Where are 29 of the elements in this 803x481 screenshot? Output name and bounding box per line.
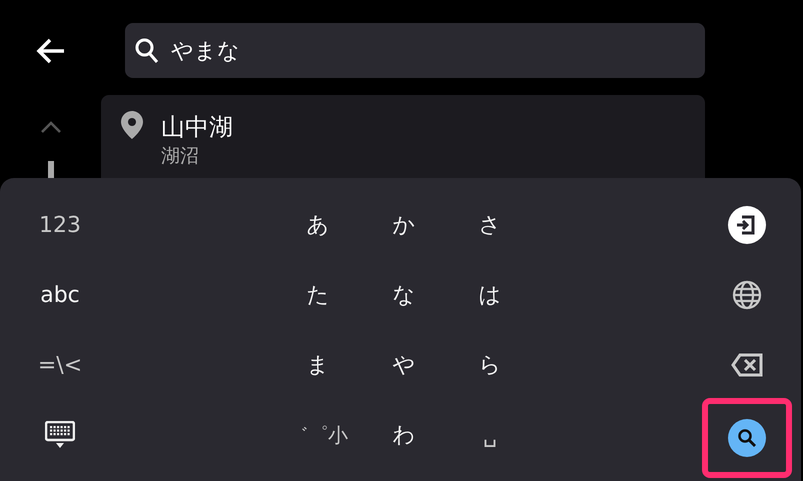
kana-key[interactable]: さ: [447, 190, 533, 260]
kana-key[interactable]: ま: [275, 330, 361, 400]
search-key[interactable]: [702, 398, 792, 478]
kana-key[interactable]: か: [361, 190, 447, 260]
kana-key[interactable]: ら: [447, 330, 533, 400]
dakuten-small-key[interactable]: ゛゜小: [275, 400, 361, 470]
kana-key[interactable]: た: [275, 260, 361, 330]
search-icon: [728, 419, 766, 457]
chevron-up-icon[interactable]: [40, 121, 62, 133]
back-arrow-icon[interactable]: [36, 38, 66, 64]
space-key[interactable]: ␣: [447, 400, 533, 470]
result-card[interactable]: 山中湖 湖沼: [101, 95, 705, 178]
backspace-icon[interactable]: [731, 353, 763, 377]
mode-key[interactable]: 123: [39, 190, 81, 260]
scrollbar-thumb[interactable]: [48, 161, 54, 178]
mode-key[interactable]: abc: [40, 260, 80, 330]
kana-key[interactable]: あ: [275, 190, 361, 260]
switch-input-icon[interactable]: [728, 206, 766, 244]
search-icon: [135, 38, 159, 64]
kana-key[interactable]: わ: [361, 400, 447, 470]
globe-icon[interactable]: [732, 280, 762, 310]
kana-key[interactable]: は: [447, 260, 533, 330]
mode-key[interactable]: =\<: [38, 330, 82, 400]
search-field[interactable]: やまな: [125, 23, 705, 78]
result-title: 山中湖: [161, 112, 233, 143]
location-pin-icon: [121, 111, 143, 139]
kana-key[interactable]: や: [361, 330, 447, 400]
result-category: 湖沼: [161, 144, 200, 169]
kana-key[interactable]: な: [361, 260, 447, 330]
